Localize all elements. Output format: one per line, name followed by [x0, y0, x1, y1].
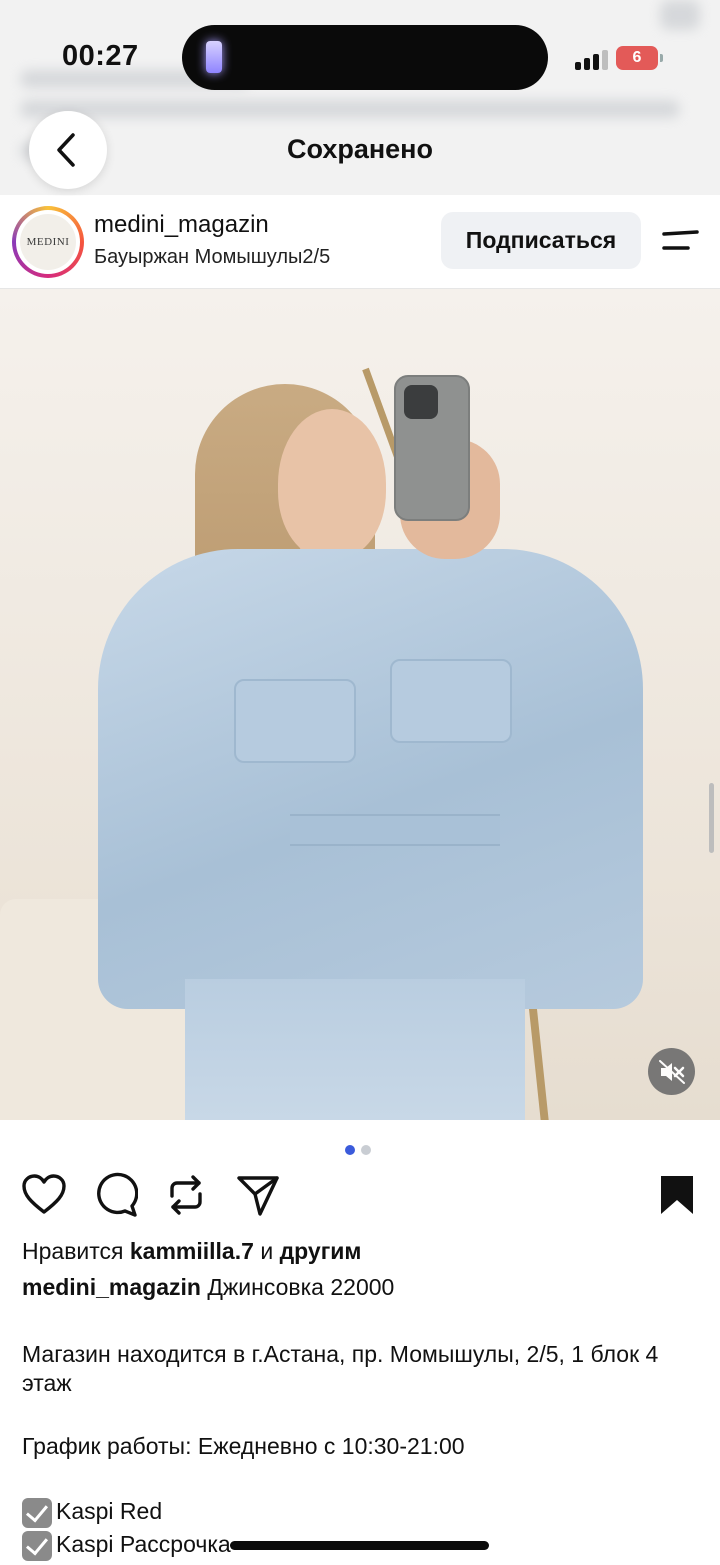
home-indicator[interactable] [230, 1541, 489, 1550]
menu-icon[interactable] [662, 230, 700, 254]
payment-option-label: Kaspi Red [56, 1498, 163, 1524]
battery-level: 6 [632, 49, 642, 66]
store-location-text: Магазин находится в г.Астана, пр. Момышу… [22, 1341, 659, 1396]
caption-text: Джинсовка 22000 [207, 1274, 395, 1300]
likes-joiner: и [260, 1238, 274, 1264]
photo-phone [394, 375, 470, 521]
denim-pants [185, 979, 525, 1120]
jacket-belt [290, 814, 500, 846]
jacket-pocket [234, 679, 356, 763]
status-time: 00:27 [62, 40, 139, 72]
repost-icon[interactable] [163, 1172, 209, 1218]
heart-icon[interactable] [21, 1172, 67, 1218]
liked-by-user[interactable]: kammiilla.7 [130, 1238, 254, 1264]
share-icon[interactable] [235, 1172, 281, 1218]
carousel-dots [345, 1142, 377, 1160]
photo-face [278, 409, 386, 559]
mute-button[interactable] [648, 1048, 695, 1095]
post-photo[interactable] [0, 289, 720, 1120]
liked-by-others[interactable]: другим [280, 1238, 362, 1264]
denim-jacket [98, 549, 643, 1009]
blurred-text [660, 0, 700, 30]
post-location[interactable]: Бауыржан Момышулы2/5 [94, 246, 330, 269]
checkbox-emoji-icon [22, 1497, 52, 1528]
payment-option: Kaspi Red [22, 1494, 162, 1528]
follow-button[interactable]: Подписаться [441, 212, 641, 269]
flashlight-icon [206, 41, 222, 73]
working-hours-text: График работы: Ежедневно с 10:30-21:00 [22, 1433, 465, 1459]
jacket-pocket [390, 659, 512, 743]
likes-line[interactable]: Нравится kammiilla.7 и другим [22, 1238, 361, 1265]
scroll-indicator [709, 783, 714, 853]
bookmark-icon[interactable] [657, 1174, 697, 1216]
checkbox-emoji-icon [22, 1530, 52, 1561]
likes-prefix: Нравится [22, 1238, 124, 1264]
battery-icon: 6 [616, 46, 663, 70]
signal-icon [575, 48, 609, 70]
post-header: MEDINI medini_magazin Бауыржан Момышулы2… [0, 196, 720, 289]
avatar-logo-text: MEDINI [20, 214, 76, 270]
blurred-text [20, 100, 680, 118]
avatar[interactable]: MEDINI [12, 206, 84, 278]
caption-username[interactable]: medini_magazin [22, 1274, 201, 1300]
caption: medini_magazin Джинсовка 22000 [22, 1274, 394, 1301]
carousel-dot [361, 1145, 371, 1155]
dynamic-island [182, 25, 548, 90]
page-title: Сохранено [287, 134, 433, 164]
speaker-muted-icon [659, 1060, 685, 1084]
comment-icon[interactable] [92, 1172, 138, 1218]
post-username[interactable]: medini_magazin [94, 211, 269, 239]
carousel-dot-active [345, 1145, 355, 1155]
payment-option: Kaspi Рассрочка [22, 1527, 231, 1561]
payment-option-label: Kaspi Рассрочка [56, 1531, 231, 1557]
